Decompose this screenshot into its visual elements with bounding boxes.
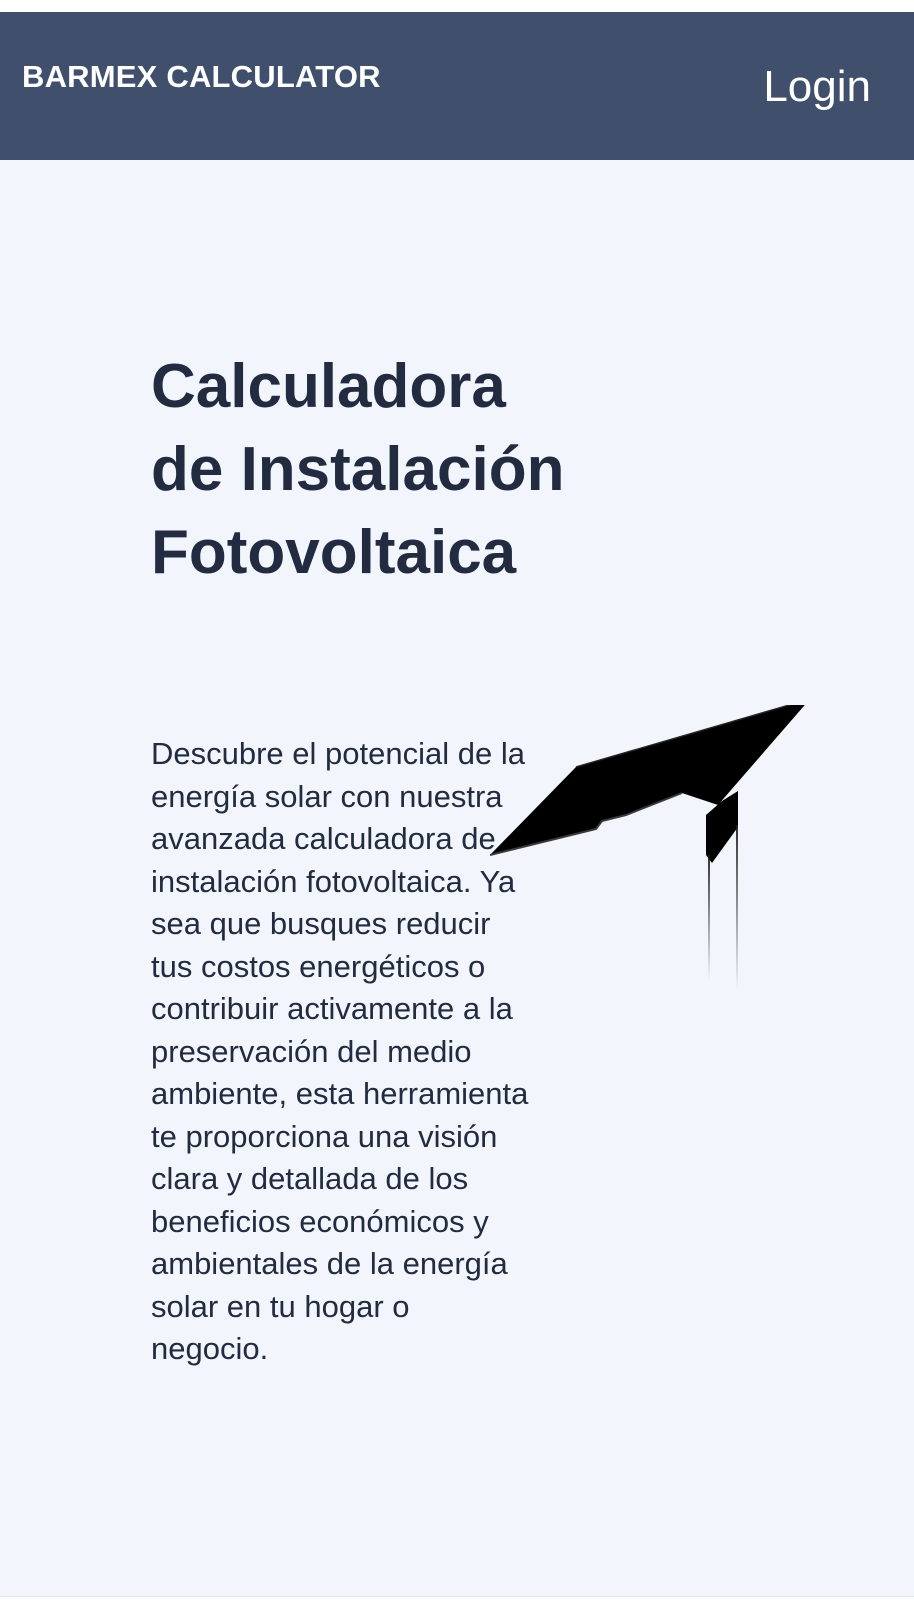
page: BARMEX CALCULATOR Login Calculadora de I… (0, 0, 914, 1600)
bottom-divider (0, 1596, 914, 1600)
page-title: Calculadora de Instalación Fotovoltaica (151, 352, 565, 587)
brand-logo-link[interactable]: BARMEX CALCULATOR (22, 59, 381, 95)
status-strip (0, 0, 914, 12)
navbar: BARMEX CALCULATOR Login (0, 12, 914, 160)
hero-description: Descubre el potencial de la energía sola… (151, 736, 529, 1366)
solar-panel-icon (490, 705, 805, 990)
login-link[interactable]: Login (763, 62, 871, 112)
